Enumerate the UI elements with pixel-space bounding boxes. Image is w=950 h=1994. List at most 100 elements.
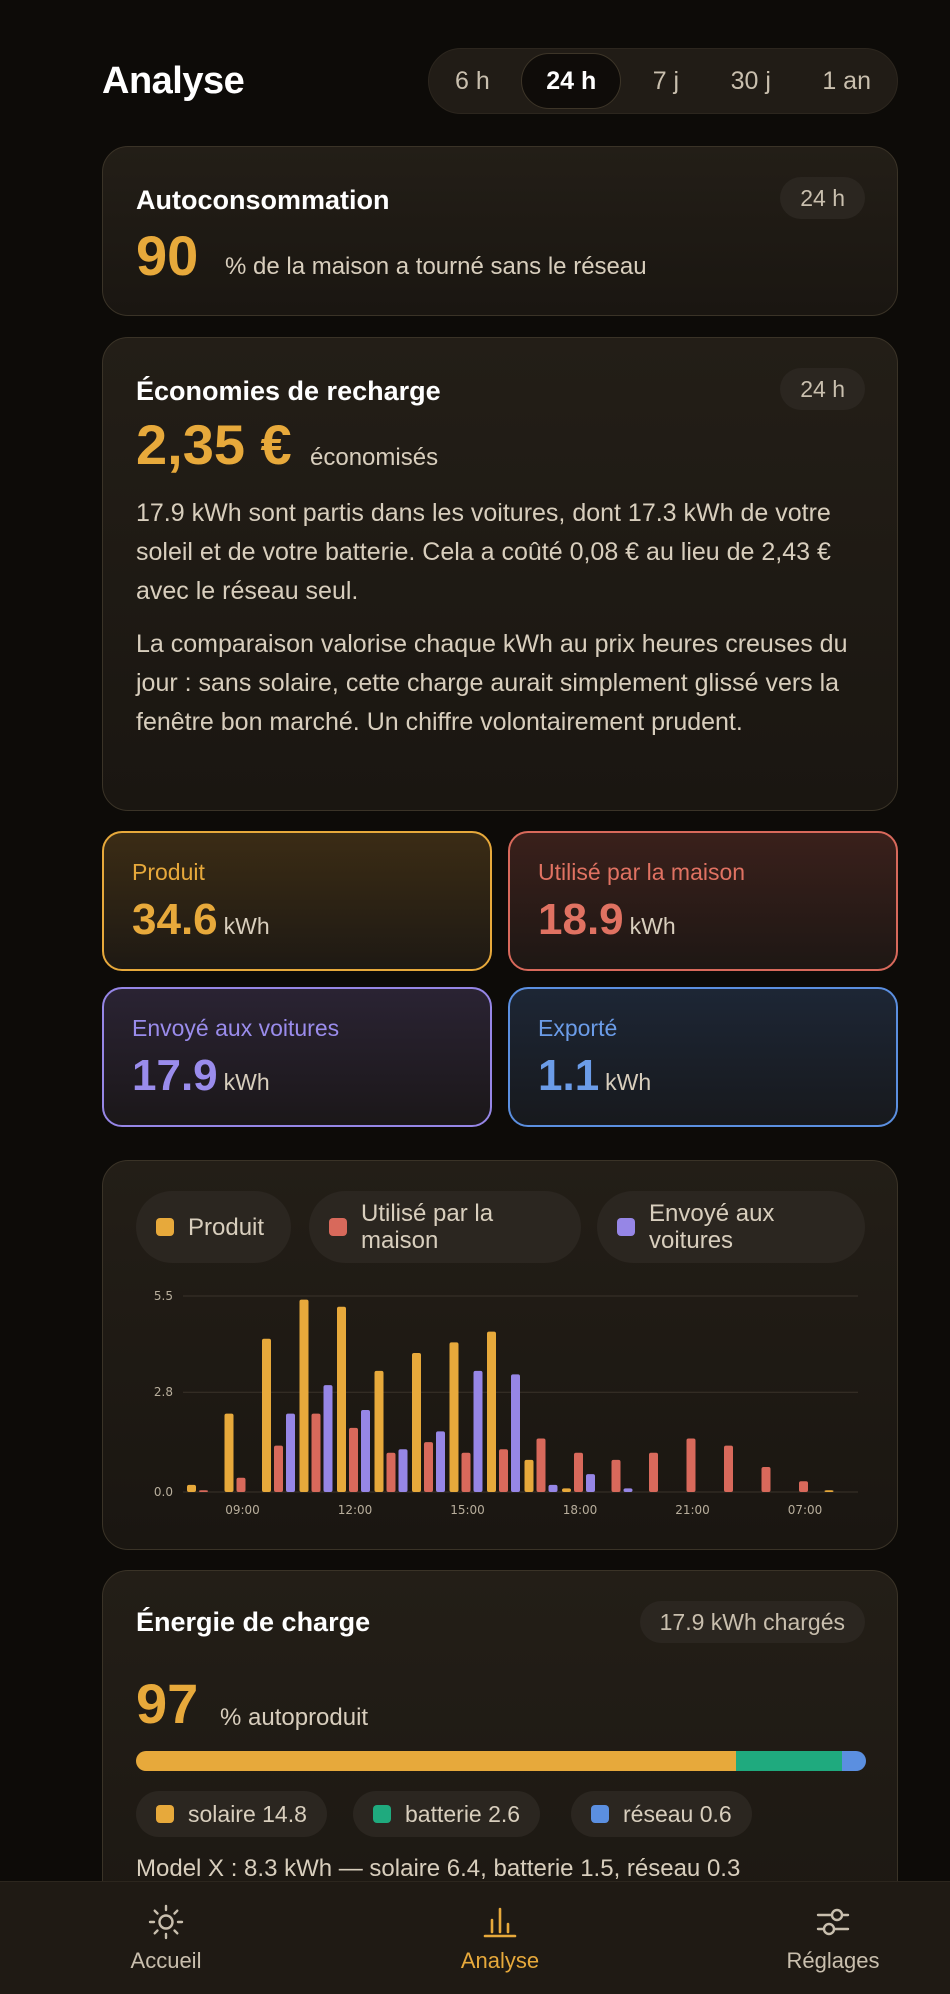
- chip-battery: batterie 2.6: [353, 1791, 541, 1837]
- header: Analyse 6 h 24 h 7 j 30 j 1 an: [102, 48, 898, 114]
- house-value-row: 18.9 kWh: [538, 895, 676, 945]
- vehicle-charge-detail: Model X : 8.3 kWh — solaire 6.4, batteri…: [136, 1855, 741, 1882]
- house-unit: kWh: [629, 913, 676, 939]
- house-label: Utilisé par la maison: [538, 859, 746, 885]
- charge-bar-grid: [841, 1751, 866, 1771]
- nav-analyse-button[interactable]: Analyse: [400, 1882, 600, 1994]
- bar-house: [461, 1452, 471, 1492]
- bar-cars: [398, 1449, 408, 1492]
- produced-value: 34.6: [132, 895, 218, 944]
- charge-bar-solar: [136, 1751, 737, 1771]
- bar-produced: [262, 1338, 271, 1492]
- legend-produced[interactable]: Produit: [136, 1191, 291, 1263]
- bar-cars: [323, 1385, 333, 1492]
- bar-produced: [562, 1488, 571, 1492]
- nav-home-label: Accueil: [130, 1948, 202, 1973]
- charge-total-badge: 17.9 kWh chargés: [639, 1601, 865, 1643]
- economies-caption: économisés: [310, 444, 439, 471]
- bar-produced: [337, 1306, 346, 1492]
- charge-self-produced-value: 97: [136, 1672, 199, 1735]
- cars-tile: Envoyé aux voitures 17.9 kWh: [102, 987, 492, 1127]
- range-30j-button[interactable]: 30 j: [711, 53, 791, 109]
- bar-house: [574, 1452, 583, 1492]
- economies-explanation: La comparaison valorise chaque kWh au pr…: [136, 630, 848, 736]
- energy-chart-card: Produit Utilisé par la maison Envoyé aux…: [102, 1160, 898, 1550]
- x-tick-label: 21:00: [675, 1503, 710, 1516]
- nav-settings-label: Réglages: [786, 1948, 880, 1973]
- nav-analyse-label: Analyse: [460, 1948, 540, 1973]
- bar-produced: [487, 1331, 496, 1492]
- nav-home-button[interactable]: Accueil: [66, 1882, 266, 1994]
- bar-house: [424, 1442, 433, 1492]
- cars-value-row: 17.9 kWh: [132, 1051, 270, 1101]
- produced-unit: kWh: [223, 913, 270, 939]
- chip-solar-label: solaire 14.8: [188, 1800, 307, 1827]
- bar-house: [311, 1413, 321, 1492]
- bar-chart-icon: [483, 1907, 517, 1938]
- charge-bar-battery: [736, 1751, 842, 1771]
- exported-label: Exporté: [538, 1015, 618, 1041]
- x-tick-label: 12:00: [338, 1503, 373, 1516]
- bar-house: [386, 1452, 396, 1492]
- bar-house: [724, 1445, 733, 1492]
- autoconsommation-range-badge: 24 h: [780, 177, 865, 219]
- bar-house: [761, 1467, 771, 1492]
- autoconsommation-value: 90: [136, 224, 199, 287]
- y-tick-label: 2.8: [154, 1385, 173, 1399]
- legend-cars-label: Envoyé aux voitures: [649, 1200, 775, 1254]
- bar-cars: [548, 1484, 558, 1492]
- bar-house: [274, 1445, 283, 1492]
- chip-battery-swatch: [373, 1805, 391, 1823]
- autoconsommation-caption: % de la maison a tourné sans le réseau: [225, 253, 647, 280]
- sliders-icon: [816, 1908, 850, 1936]
- exported-value-row: 1.1 kWh: [538, 1051, 651, 1101]
- legend-cars-swatch: [617, 1218, 635, 1236]
- bar-cars: [511, 1374, 520, 1492]
- legend-house-swatch: [329, 1218, 347, 1236]
- exported-value: 1.1: [538, 1051, 600, 1100]
- x-tick-label: 15:00: [450, 1503, 485, 1516]
- bar-house: [536, 1438, 546, 1492]
- chip-grid: réseau 0.6: [571, 1791, 752, 1837]
- page-title: Analyse: [102, 60, 245, 102]
- bar-cars: [586, 1474, 595, 1492]
- y-tick-label: 5.5: [154, 1289, 173, 1303]
- bar-produced: [224, 1413, 234, 1492]
- x-tick-label: 18:00: [563, 1503, 598, 1516]
- bar-produced: [187, 1484, 196, 1492]
- legend-produced-swatch: [156, 1218, 174, 1236]
- bar-produced: [299, 1299, 309, 1492]
- exported-tile: Exporté 1.1 kWh: [508, 987, 898, 1127]
- bar-cars: [623, 1488, 633, 1492]
- bar-house: [236, 1477, 246, 1492]
- house-tile: Utilisé par la maison 18.9 kWh: [508, 831, 898, 971]
- bar-produced: [412, 1353, 421, 1492]
- chip-solar: solaire 14.8: [136, 1791, 327, 1837]
- bar-house: [199, 1490, 208, 1492]
- bar-cars: [473, 1370, 483, 1492]
- legend-house-label: Utilisé par la maison: [361, 1200, 494, 1254]
- chip-grid-label: réseau 0.6: [623, 1800, 732, 1827]
- charge-self-produced-caption: % autoproduit: [220, 1704, 369, 1731]
- economies-range-badge: 24 h: [780, 368, 865, 410]
- bottom-nav: Accueil Analyse Réglages: [0, 1881, 950, 1994]
- cars-label: Envoyé aux voitures: [132, 1015, 340, 1041]
- autoconsommation-title: Autoconsommation: [136, 185, 390, 215]
- house-value: 18.9: [538, 895, 624, 944]
- economies-summary: 17.9 kWh sont partis dans les voitures, …: [136, 499, 831, 605]
- range-6h-button[interactable]: 6 h: [435, 53, 510, 109]
- bar-house: [611, 1459, 621, 1492]
- economies-title: Économies de recharge: [136, 376, 441, 406]
- range-1an-button[interactable]: 1 an: [802, 53, 891, 109]
- autoconsommation-card: Autoconsommation 24 h 90 % de la maison …: [102, 146, 898, 316]
- legend-cars[interactable]: Envoyé aux voitures: [597, 1191, 865, 1263]
- bar-cars: [286, 1413, 295, 1492]
- legend-house[interactable]: Utilisé par la maison: [309, 1191, 581, 1263]
- bar-cars: [436, 1431, 445, 1492]
- economies-card: Économies de recharge 24 h 2,35 € économ…: [102, 337, 898, 811]
- x-tick-label: 07:00: [788, 1503, 823, 1516]
- bar-cars: [361, 1410, 370, 1492]
- range-7j-button[interactable]: 7 j: [633, 53, 699, 109]
- nav-settings-button[interactable]: Réglages: [733, 1882, 933, 1994]
- range-24h-button[interactable]: 24 h: [521, 53, 622, 109]
